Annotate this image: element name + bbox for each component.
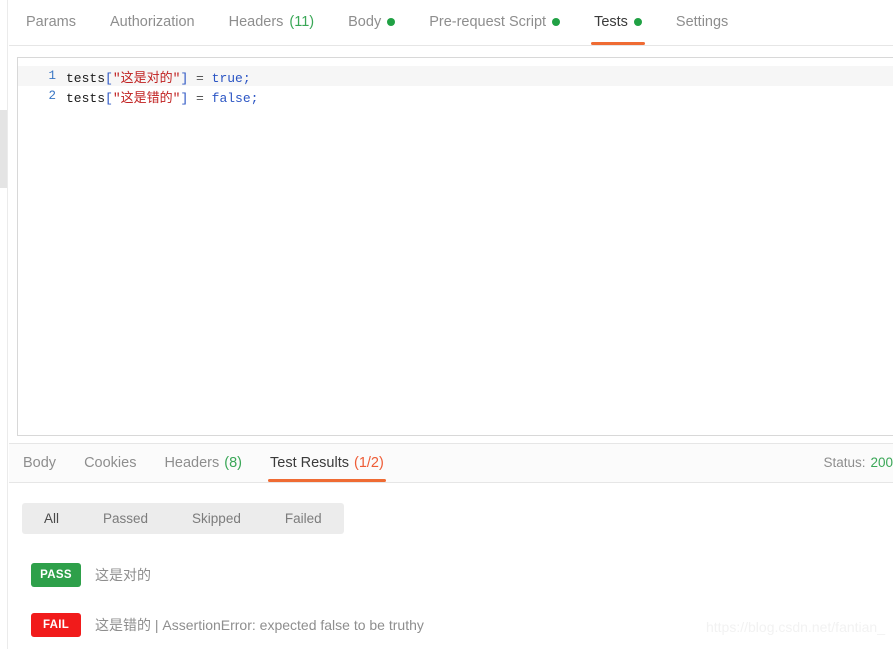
status-label: Status:	[823, 455, 866, 470]
response-tab-test-results[interactable]: Test Results (1/2)	[256, 443, 398, 482]
response-tab-count: (1/2)	[353, 454, 384, 471]
green-dot-indicator-icon	[552, 18, 561, 26]
response-tab-body[interactable]: Body	[9, 443, 70, 482]
code-token-semi: ;	[250, 90, 259, 106]
code-token-string: "这是对的"	[112, 70, 181, 86]
request-tab-bar: Params Authorization Headers (11) Body Pre-re…	[9, 0, 893, 46]
filter-all[interactable]: All	[22, 503, 81, 534]
code-token-punct: [	[105, 90, 113, 106]
code-token-op: =	[188, 70, 212, 86]
test-results-panel: All Passed Skipped Failed PASS 这是对的 FAIL 这是错的 …	[9, 483, 893, 649]
line-number: 1	[48, 69, 56, 83]
response-tab-headers[interactable]: Headers (8)	[150, 443, 256, 482]
tests-script-editor[interactable]: 1 tests["这是对的"] = true; 2 tests["这是错的"] = f…	[17, 57, 893, 436]
code-token-ident: tests	[66, 70, 106, 86]
code-line[interactable]: 2 tests["这是错的"] = false;	[18, 86, 893, 106]
watermark-text: https://blog.csdn.net/fantian_	[705, 619, 885, 635]
code-token-ident: tests	[66, 90, 106, 106]
status-badge: FAIL	[31, 613, 81, 637]
test-result-filter-group: All Passed Skipped Failed	[22, 503, 344, 534]
test-result-message: 这是对的	[95, 567, 151, 583]
postman-request-response-panel: Params Authorization Headers (11) Body Pre-re…	[0, 0, 893, 649]
code-token-string: "这是错的"	[112, 90, 181, 106]
code-token-kw: false	[211, 90, 251, 106]
vertical-scrollbar-thumb[interactable]	[0, 110, 7, 188]
request-tab-settings[interactable]: Settings	[659, 0, 745, 45]
code-line[interactable]: 1 tests["这是对的"] = true;	[18, 66, 893, 86]
editor-top-padding	[18, 58, 893, 66]
request-tab-label: Body	[348, 14, 382, 30]
code-token-punct: [	[105, 70, 113, 86]
green-dot-indicator-icon	[387, 18, 396, 26]
code-line-content: tests["这是错的"] = false;	[66, 87, 258, 106]
code-token-semi: ;	[242, 70, 251, 86]
filter-skipped[interactable]: Skipped	[170, 503, 263, 534]
request-tab-label: Headers	[228, 14, 284, 30]
response-tab-label: Test Results	[270, 454, 349, 471]
test-result-row: FAIL 这是错的 | AssertionError: expected fals…	[31, 613, 424, 637]
code-line-content: tests["这是对的"] = true;	[66, 67, 251, 86]
request-tab-pre-request-script[interactable]: Pre-request Script	[412, 0, 577, 45]
response-tab-label: Headers	[164, 454, 220, 471]
request-tab-count: (11)	[289, 14, 315, 30]
code-token-op: =	[188, 90, 212, 106]
request-tab-tests[interactable]: Tests	[577, 0, 659, 45]
response-tab-count: (8)	[224, 454, 242, 471]
status-badge: PASS	[31, 563, 81, 587]
request-tab-label: Settings	[675, 14, 729, 30]
response-tab-cookies[interactable]: Cookies	[70, 443, 150, 482]
request-tab-headers[interactable]: Headers (11)	[212, 0, 332, 45]
request-tab-label: Authorization	[109, 14, 195, 30]
active-tab-underline	[591, 42, 645, 45]
code-token-kw: true	[211, 70, 243, 86]
request-tab-params[interactable]: Params	[9, 0, 93, 45]
filter-failed[interactable]: Failed	[263, 503, 344, 534]
request-tab-label: Tests	[594, 14, 628, 30]
request-tab-label: Pre-request Script	[429, 14, 547, 30]
request-tab-authorization[interactable]: Authorization	[93, 0, 212, 45]
response-status: Status: 200	[823, 443, 893, 482]
line-number: 2	[48, 89, 56, 103]
editor-code-lines: 1 tests["这是对的"] = true; 2 tests["这是错的"] = f…	[18, 66, 893, 106]
filter-passed[interactable]: Passed	[81, 503, 170, 534]
request-tab-label: Params	[26, 14, 76, 30]
green-dot-indicator-icon	[633, 18, 642, 26]
request-tab-body[interactable]: Body	[331, 0, 412, 45]
response-tab-label: Body	[23, 454, 57, 471]
test-result-message: 这是错的 | AssertionError: expected false to…	[95, 617, 424, 633]
status-code-value: 200	[870, 455, 893, 470]
test-result-row: PASS 这是对的	[31, 563, 151, 587]
response-tab-label: Cookies	[84, 454, 137, 471]
active-tab-underline	[268, 479, 386, 482]
left-panel-edge	[0, 0, 8, 649]
response-tab-bar: Body Cookies Headers (8) Test Results (1/2) St…	[9, 444, 893, 483]
